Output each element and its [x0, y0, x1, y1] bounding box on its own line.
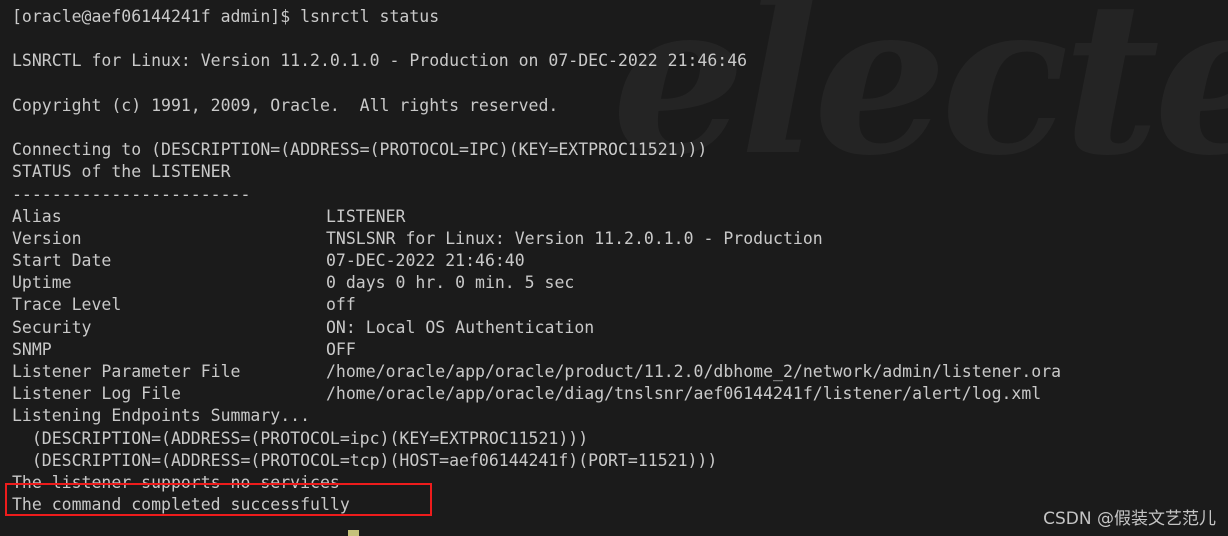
lsnrctl-banner: LSNRCTL for Linux: Version 11.2.0.1.0 - … — [12, 51, 748, 71]
status-key: Alias — [12, 206, 62, 226]
csdn-watermark: CSDN @假装文艺范儿 — [1043, 508, 1216, 529]
status-row-alias: Alias LISTENER — [12, 206, 1228, 228]
status-row-parameter-file: Listener Parameter File/home/oracle/app/… — [12, 361, 1228, 383]
status-value: 07-DEC-2022 21:46:40 — [326, 251, 525, 271]
status-value: TNSLSNR for Linux: Version 11.2.0.1.0 - … — [326, 228, 823, 248]
status-header: STATUS of the LISTENER — [12, 162, 231, 182]
status-value: LISTENER — [326, 206, 406, 226]
prompt-line: [oracle@aef06144241f admin]$ lsnrctl sta… — [12, 7, 440, 26]
terminal-cursor — [348, 530, 359, 536]
no-services-line: The listener supports no services — [12, 472, 340, 492]
status-value: 0 days 0 hr. 0 min. 5 sec — [326, 273, 575, 293]
status-row-uptime: Uptime 0 days 0 hr. 0 min. 5 sec — [12, 272, 1228, 294]
status-value: /home/oracle/app/oracle/diag/tnslsnr/aef… — [326, 384, 1042, 404]
status-row-trace-level: Trace Level off — [12, 294, 1228, 316]
status-row-security: Security ON: Local OS Authentication — [12, 317, 1228, 339]
status-key: Start Date — [12, 251, 112, 271]
terminal-output[interactable]: [oracle@aef06144241f admin]$ lsnrctl sta… — [0, 0, 1228, 516]
status-key: SNMP — [12, 339, 52, 359]
status-key: Listener Parameter File — [12, 362, 241, 381]
endpoints-summary-header: Listening Endpoints Summary... — [12, 406, 311, 426]
endpoint-tcp-line: (DESCRIPTION=(ADDRESS=(PROTOCOL=tcp)(HOS… — [12, 450, 718, 470]
endpoint-ipc-line: (DESCRIPTION=(ADDRESS=(PROTOCOL=ipc)(KEY… — [12, 428, 589, 448]
status-value: /home/oracle/app/oracle/product/11.2.0/d… — [326, 362, 1062, 381]
status-key: Version — [12, 228, 82, 248]
separator-line: ------------------------ — [12, 184, 251, 204]
status-key: Security — [12, 317, 92, 337]
status-key: Trace Level — [12, 295, 122, 315]
copyright-line: Copyright (c) 1991, 2009, Oracle. All ri… — [12, 95, 559, 115]
status-row-start-date: Start Date 07-DEC-2022 21:46:40 — [12, 250, 1228, 272]
terminal-window[interactable]: electerm [oracle@aef06144241f admin]$ ls… — [0, 0, 1228, 536]
status-value: ON: Local OS Authentication — [326, 317, 595, 337]
connecting-line: Connecting to (DESCRIPTION=(ADDRESS=(PRO… — [12, 140, 708, 160]
status-row-version: Version TNSLSNR for Linux: Version 11.2.0… — [12, 228, 1228, 250]
status-value: OFF — [326, 339, 356, 359]
status-key: Listener Log File — [12, 384, 181, 404]
status-row-log-file: Listener Log File/home/oracle/app/oracle… — [12, 383, 1228, 405]
status-key: Uptime — [12, 273, 72, 293]
status-value: off — [326, 295, 356, 315]
status-row-snmp: SNMP OFF — [12, 339, 1228, 361]
